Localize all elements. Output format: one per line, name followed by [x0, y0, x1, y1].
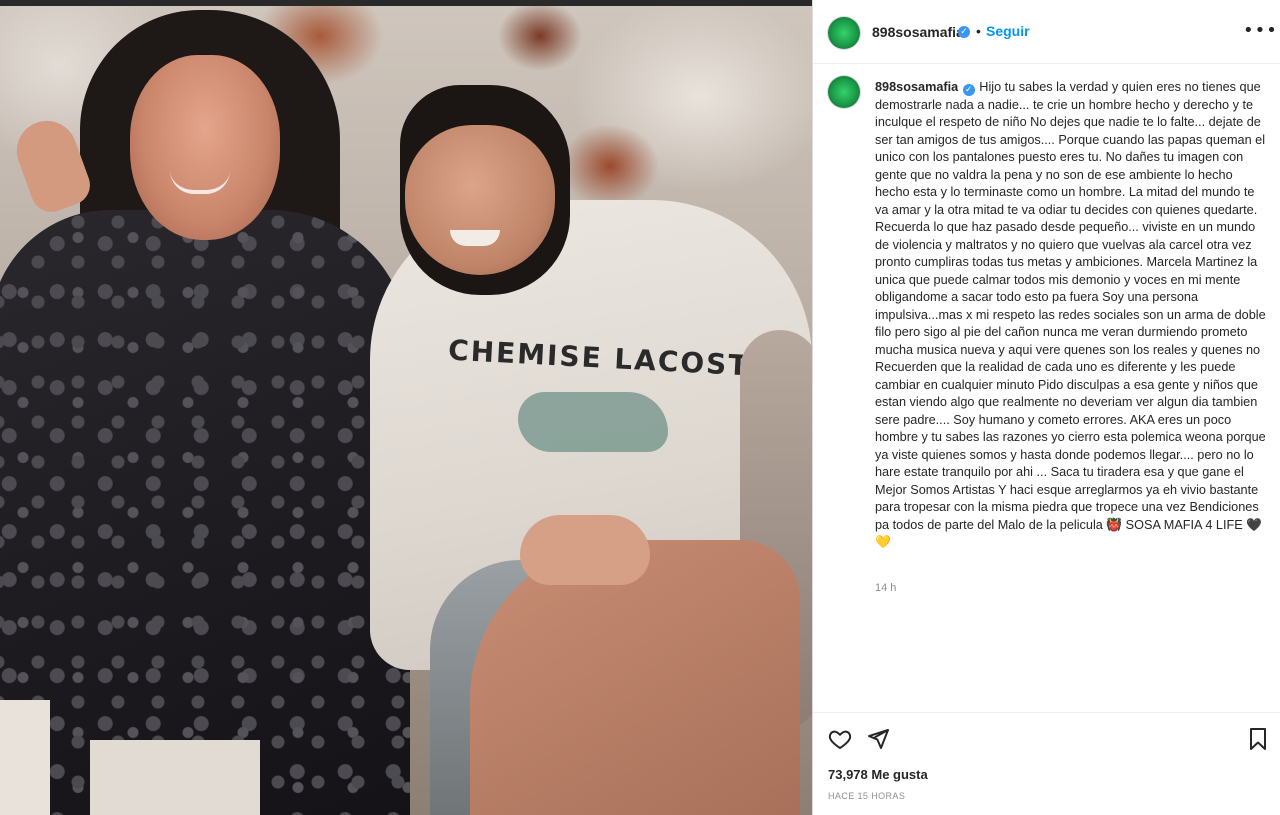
bookmark-icon[interactable] [1247, 727, 1269, 756]
avatar[interactable] [828, 17, 860, 49]
photo-shirt-crocodile [518, 392, 668, 452]
paper-plane-icon[interactable] [866, 727, 890, 756]
follow-button[interactable]: Seguir [986, 23, 1030, 39]
photo-cushion-mid [90, 740, 260, 815]
post-actions: 73,978 Me gusta HACE 15 HORAS [813, 712, 1280, 815]
header-separator: • [976, 23, 981, 39]
photo-woman-face [130, 55, 280, 240]
caption-username[interactable]: 898sosamafia [875, 80, 958, 94]
photo-top-strip [0, 0, 812, 6]
photo-woman-dress [0, 210, 410, 815]
caption-avatar[interactable] [828, 76, 860, 108]
photo-cushion-left [0, 700, 50, 815]
header-username[interactable]: 898sosamafia [872, 24, 964, 40]
caption-verified-badge-icon: ✓ [962, 84, 975, 96]
verified-badge-icon: ✓ [958, 26, 970, 38]
heart-icon[interactable] [828, 727, 852, 756]
caption-timestamp[interactable]: 14 h [875, 582, 896, 594]
post-date[interactable]: HACE 15 HORAS [828, 791, 905, 801]
caption-text: Hijo tu sabes la verdad y quien eres no … [875, 80, 1266, 549]
post-side-panel: 898sosamafia ✓ • Seguir ••• 898sosamafia… [812, 0, 1280, 815]
post-photo[interactable]: CHEMISE LACOSTE [0, 0, 812, 815]
post-header: 898sosamafia ✓ • Seguir ••• [813, 0, 1280, 64]
photo-man-face [405, 125, 555, 275]
photo-woman-hand-on-leg [520, 515, 650, 585]
post-caption: 898sosamafia ✓ Hijo tu sabes la verdad y… [875, 79, 1267, 552]
more-options-icon[interactable]: ••• [1243, 18, 1277, 44]
likes-count[interactable]: 73,978 Me gusta [828, 767, 928, 782]
instagram-post-view: CHEMISE LACOSTE 898sosamafia ✓ • Seguir … [0, 0, 1280, 815]
